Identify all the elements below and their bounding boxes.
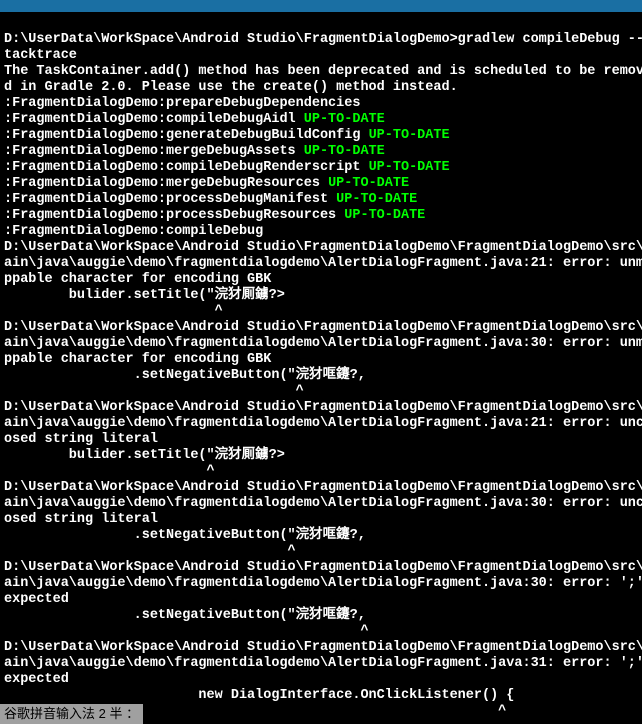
terminal-line: ppable character for encoding GBK	[4, 272, 638, 288]
terminal-line: :FragmentDialogDemo:compileDebugRendersc…	[4, 160, 638, 176]
terminal-text: :FragmentDialogDemo:prepareDebugDependen…	[4, 96, 360, 111]
terminal-text: D:\UserData\WorkSpace\Android Studio\Fra…	[4, 480, 642, 495]
terminal-text: osed string literal	[4, 512, 158, 527]
terminal-text: UP-TO-DATE	[369, 128, 450, 143]
terminal-text: tacktrace	[4, 48, 77, 63]
terminal-text: :FragmentDialogDemo:compileDebug	[4, 224, 263, 239]
terminal-text: bulider.setTitle("浣犲厠鐪?>	[4, 288, 285, 303]
terminal-line: bulider.setTitle("浣犲厠鐪?>	[4, 288, 638, 304]
terminal-line: D:\UserData\WorkSpace\Android Studio\Fra…	[4, 240, 638, 256]
terminal-text: ^	[4, 384, 304, 399]
terminal-line: :FragmentDialogDemo:prepareDebugDependen…	[4, 96, 638, 112]
terminal-text: .setNegativeButton("浣犲哐鑳?,	[4, 608, 366, 623]
terminal-line: ain\java\auggie\demo\fragmentdialogdemo\…	[4, 576, 638, 592]
terminal-text: The TaskContainer.add() method has been …	[4, 64, 642, 79]
terminal-line: :FragmentDialogDemo:mergeDebugAssets UP-…	[4, 144, 638, 160]
terminal-line: ^	[4, 464, 638, 480]
terminal-text: ppable character for encoding GBK	[4, 272, 271, 287]
terminal-text: expected	[4, 672, 69, 687]
terminal-line: tacktrace	[4, 48, 638, 64]
terminal-text: ain\java\auggie\demo\fragmentdialogdemo\…	[4, 336, 642, 351]
terminal-line: D:\UserData\WorkSpace\Android Studio\Fra…	[4, 480, 638, 496]
terminal-text: :FragmentDialogDemo:mergeDebugAssets	[4, 144, 304, 159]
terminal-line: ^	[4, 304, 638, 320]
terminal-line: expected	[4, 592, 638, 608]
terminal-line: .setNegativeButton("浣犲哐鑳?,	[4, 528, 638, 544]
terminal-text: ^	[4, 304, 223, 319]
terminal-line: .setNegativeButton("浣犲哐鑳?,	[4, 368, 638, 384]
terminal-line: ain\java\auggie\demo\fragmentdialogdemo\…	[4, 416, 638, 432]
ime-status-bar: 谷歌拼音输入法 2 半 ：	[0, 704, 143, 724]
terminal-text	[4, 16, 12, 31]
terminal-line: :FragmentDialogDemo:generateDebugBuildCo…	[4, 128, 638, 144]
terminal-text: :FragmentDialogDemo:processDebugManifest	[4, 192, 336, 207]
terminal-line: osed string literal	[4, 432, 638, 448]
terminal-text: UP-TO-DATE	[336, 192, 417, 207]
terminal-line: :FragmentDialogDemo:compileDebug	[4, 224, 638, 240]
terminal-line: ^	[4, 544, 638, 560]
terminal-text: ^	[4, 544, 296, 559]
terminal-line: :FragmentDialogDemo:mergeDebugResources …	[4, 176, 638, 192]
terminal-line: D:\UserData\WorkSpace\Android Studio\Fra…	[4, 400, 638, 416]
terminal-line: ain\java\auggie\demo\fragmentdialogdemo\…	[4, 656, 638, 672]
title-bar	[0, 0, 642, 12]
terminal-line: ppable character for encoding GBK	[4, 352, 638, 368]
terminal-text: :FragmentDialogDemo:mergeDebugResources	[4, 176, 328, 191]
terminal-text: UP-TO-DATE	[304, 112, 385, 127]
terminal-text: new DialogInterface.OnClickListener() {	[4, 688, 514, 703]
terminal-text: ppable character for encoding GBK	[4, 352, 271, 367]
terminal-line: osed string literal	[4, 512, 638, 528]
terminal-line: ain\java\auggie\demo\fragmentdialogdemo\…	[4, 496, 638, 512]
terminal-line: expected	[4, 672, 638, 688]
terminal-line: ^	[4, 384, 638, 400]
terminal-text: D:\UserData\WorkSpace\Android Studio\Fra…	[4, 32, 642, 47]
terminal-text: :FragmentDialogDemo:generateDebugBuildCo…	[4, 128, 369, 143]
terminal-text: D:\UserData\WorkSpace\Android Studio\Fra…	[4, 640, 642, 655]
terminal-text: ain\java\auggie\demo\fragmentdialogdemo\…	[4, 496, 642, 511]
terminal-line	[4, 16, 638, 32]
terminal-line: ain\java\auggie\demo\fragmentdialogdemo\…	[4, 256, 638, 272]
terminal-line: :FragmentDialogDemo:processDebugResource…	[4, 208, 638, 224]
terminal-line: D:\UserData\WorkSpace\Android Studio\Fra…	[4, 320, 638, 336]
terminal-text: D:\UserData\WorkSpace\Android Studio\Fra…	[4, 400, 642, 415]
terminal-text: D:\UserData\WorkSpace\Android Studio\Fra…	[4, 240, 642, 255]
terminal-text: bulider.setTitle("浣犲厠鐪?>	[4, 448, 285, 463]
terminal-text: D:\UserData\WorkSpace\Android Studio\Fra…	[4, 320, 642, 335]
terminal-text: ain\java\auggie\demo\fragmentdialogdemo\…	[4, 576, 642, 591]
terminal-text: :FragmentDialogDemo:processDebugResource…	[4, 208, 344, 223]
terminal-text: ain\java\auggie\demo\fragmentdialogdemo\…	[4, 416, 642, 431]
terminal-text: expected	[4, 592, 69, 607]
terminal-text: ^	[4, 464, 215, 479]
terminal-line: D:\UserData\WorkSpace\Android Studio\Fra…	[4, 640, 638, 656]
terminal-text: ^	[4, 624, 369, 639]
terminal-text: :FragmentDialogDemo:compileDebugAidl	[4, 112, 304, 127]
terminal-text: ain\java\auggie\demo\fragmentdialogdemo\…	[4, 256, 642, 271]
terminal-text: UP-TO-DATE	[344, 208, 425, 223]
terminal-line: :FragmentDialogDemo:processDebugManifest…	[4, 192, 638, 208]
terminal-line: new DialogInterface.OnClickListener() {	[4, 688, 638, 704]
terminal-text: osed string literal	[4, 432, 158, 447]
terminal-output[interactable]: D:\UserData\WorkSpace\Android Studio\Fra…	[0, 12, 642, 724]
terminal-text: .setNegativeButton("浣犲哐鑳?,	[4, 368, 366, 383]
terminal-text: :FragmentDialogDemo:compileDebugRendersc…	[4, 160, 369, 175]
terminal-line: D:\UserData\WorkSpace\Android Studio\Fra…	[4, 32, 638, 48]
terminal-line: ain\java\auggie\demo\fragmentdialogdemo\…	[4, 336, 638, 352]
terminal-line: .setNegativeButton("浣犲哐鑳?,	[4, 608, 638, 624]
terminal-text: UP-TO-DATE	[369, 160, 450, 175]
terminal-text: d in Gradle 2.0. Please use the create()…	[4, 80, 458, 95]
terminal-text: ain\java\auggie\demo\fragmentdialogdemo\…	[4, 656, 642, 671]
terminal-text: .setNegativeButton("浣犲哐鑳?,	[4, 528, 366, 543]
terminal-line: bulider.setTitle("浣犲厠鐪?>	[4, 448, 638, 464]
terminal-text: D:\UserData\WorkSpace\Android Studio\Fra…	[4, 560, 642, 575]
terminal-line: d in Gradle 2.0. Please use the create()…	[4, 80, 638, 96]
terminal-text: UP-TO-DATE	[304, 144, 385, 159]
terminal-text: UP-TO-DATE	[328, 176, 409, 191]
terminal-line: D:\UserData\WorkSpace\Android Studio\Fra…	[4, 560, 638, 576]
terminal-line: :FragmentDialogDemo:compileDebugAidl UP-…	[4, 112, 638, 128]
terminal-line: ^	[4, 624, 638, 640]
terminal-line: The TaskContainer.add() method has been …	[4, 64, 638, 80]
